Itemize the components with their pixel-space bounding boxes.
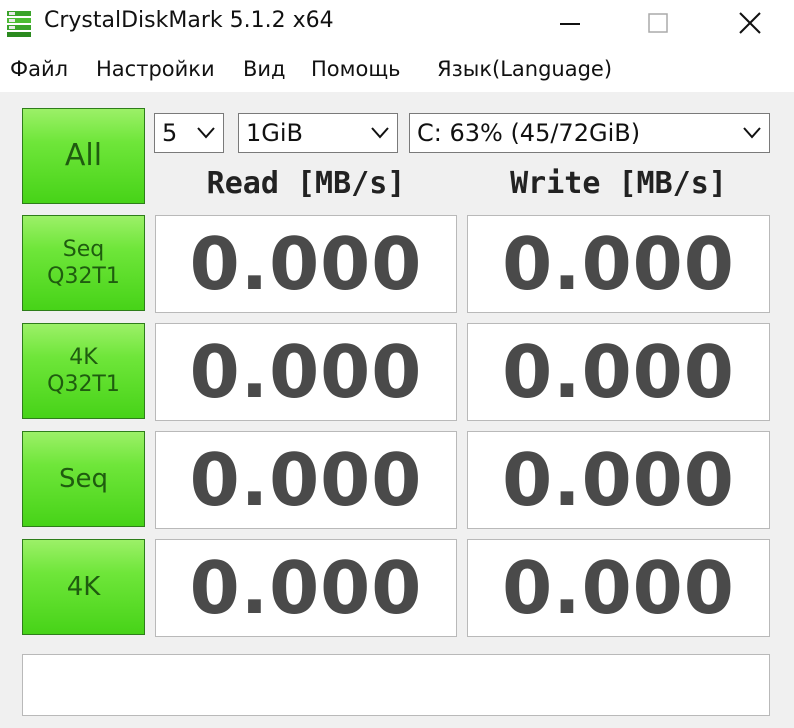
menu-view[interactable]: Вид <box>243 57 286 81</box>
write-value-seq: 0.000 <box>467 431 770 529</box>
4k-q32t1-button[interactable]: 4K Q32T1 <box>22 323 145 419</box>
app-icon <box>6 10 32 38</box>
seq-q32t1-button[interactable]: Seq Q32T1 <box>22 215 145 311</box>
menu-file[interactable]: Файл <box>10 57 68 81</box>
seq-button[interactable]: Seq <box>22 431 145 527</box>
title-bar[interactable]: CrystalDiskMark 5.1.2 x64 <box>0 0 794 48</box>
close-icon <box>739 12 761 34</box>
write-value-4k: 0.000 <box>467 539 770 637</box>
menu-language[interactable]: Язык(Language) <box>437 57 612 81</box>
comment-field[interactable] <box>22 654 770 716</box>
chevron-down-icon <box>743 127 761 139</box>
test-label-line1: 4K <box>66 571 101 602</box>
count-value: 5 <box>162 119 178 147</box>
menu-help[interactable]: Помощь <box>311 57 401 81</box>
all-button-label: All <box>64 138 103 174</box>
chevron-down-icon <box>197 127 215 139</box>
read-value-seq: 0.000 <box>155 431 457 529</box>
drive-value: C: 63% (45/72GiB) <box>417 119 641 147</box>
maximize-button[interactable] <box>628 0 688 48</box>
test-label-line2: Q32T1 <box>47 372 120 397</box>
write-header: Write [MB/s] <box>510 166 727 201</box>
menu-settings[interactable]: Настройки <box>96 57 215 81</box>
test-label-line2: Q32T1 <box>47 264 120 289</box>
test-label-line1: Seq <box>62 236 105 262</box>
4k-button[interactable]: 4K <box>22 539 145 635</box>
size-value: 1GiB <box>246 119 303 147</box>
menu-bar: Файл Настройки Вид Помощь Язык(Language) <box>0 50 794 90</box>
chevron-down-icon <box>371 127 389 139</box>
read-value-seq-q32t1: 0.000 <box>155 215 457 313</box>
size-select[interactable]: 1GiB <box>238 113 398 153</box>
test-label-line1: 4K <box>69 344 98 370</box>
maximize-icon <box>648 13 668 33</box>
read-header: Read [MB/s] <box>206 166 406 201</box>
window-title: CrystalDiskMark 5.1.2 x64 <box>44 8 334 33</box>
write-value-seq-q32t1: 0.000 <box>467 215 770 313</box>
test-label-line1: Seq <box>58 463 108 494</box>
drive-select[interactable]: C: 63% (45/72GiB) <box>409 113 770 153</box>
read-value-4k-q32t1: 0.000 <box>155 323 457 421</box>
read-value-4k: 0.000 <box>155 539 457 637</box>
minimize-icon <box>560 23 580 25</box>
minimize-button[interactable] <box>540 0 600 48</box>
close-button[interactable] <box>720 0 780 48</box>
all-button[interactable]: All <box>22 108 145 204</box>
count-select[interactable]: 5 <box>154 113 224 153</box>
write-value-4k-q32t1: 0.000 <box>467 323 770 421</box>
